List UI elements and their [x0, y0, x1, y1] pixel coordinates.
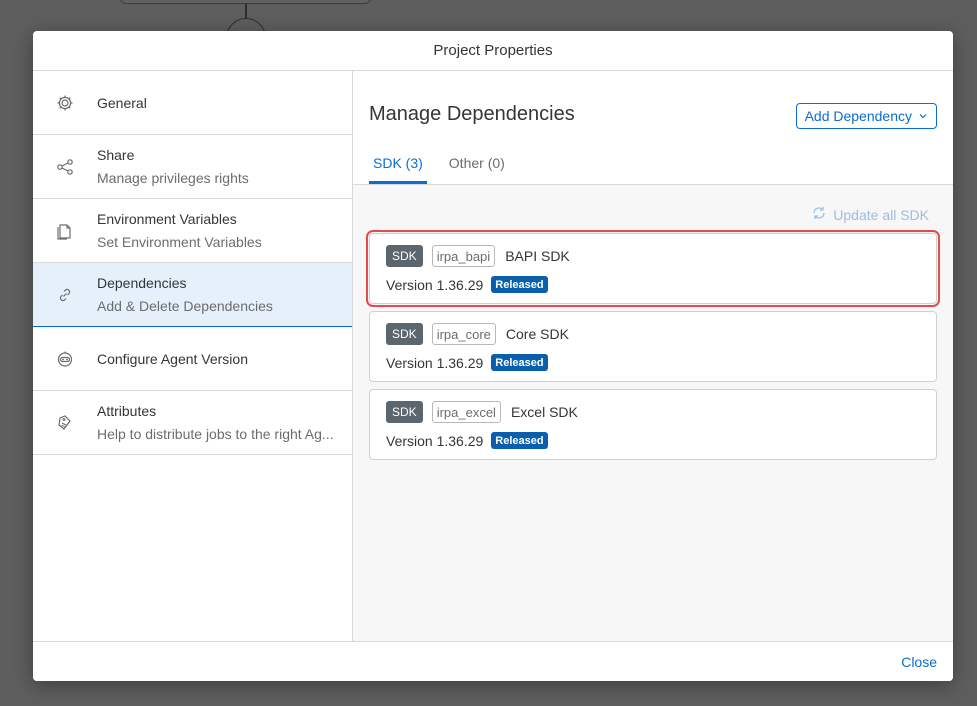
- sdk-id-badge: irpa_core: [431, 323, 496, 345]
- sdk-version: Version 1.36.29: [386, 354, 484, 371]
- robot-icon: [55, 349, 75, 369]
- status-badge: Released: [491, 432, 548, 449]
- chevron-down-icon: [918, 108, 928, 124]
- sdk-card-excel[interactable]: SDK irpa_excel Excel SDK Version 1.36.29…: [369, 389, 937, 460]
- sidebar-item-title: Share: [97, 147, 135, 163]
- tab-other[interactable]: Other (0): [445, 155, 509, 184]
- sdk-card-bapi[interactable]: SDK irpa_bapi BAPI SDK Version 1.36.29 R…: [366, 230, 940, 307]
- sidebar-item-title: Attributes: [97, 403, 157, 419]
- update-all-sdk-button[interactable]: Update all SDK: [811, 205, 929, 224]
- status-badge: Released: [491, 354, 548, 371]
- sdk-version: Version 1.36.29: [386, 432, 484, 449]
- add-dependency-button[interactable]: Add Dependency: [795, 103, 937, 129]
- sdk-type-badge: SDK: [386, 323, 423, 345]
- background-connector: [245, 4, 247, 18]
- tab-bar: SDK (3) Other (0): [369, 155, 509, 184]
- sidebar-item-title: General: [97, 94, 147, 111]
- gear-icon: [55, 93, 75, 113]
- sidebar-item-title: Configure Agent Version: [97, 350, 248, 367]
- sidebar-item-title: Environment Variables: [97, 211, 237, 227]
- project-properties-dialog: Project Properties General Share Manage …: [33, 31, 953, 681]
- sidebar-item-environment-variables[interactable]: Environment Variables Set Environment Va…: [33, 199, 352, 263]
- sidebar-item-title: Dependencies: [97, 275, 187, 291]
- status-badge: Released: [491, 276, 548, 293]
- tag-icon: [55, 413, 75, 433]
- sdk-name: BAPI SDK: [505, 248, 570, 264]
- sdk-card-core[interactable]: SDK irpa_core Core SDK Version 1.36.29 R…: [369, 311, 937, 382]
- sidebar-item-subtitle: Set Environment Variables: [97, 234, 262, 250]
- link-icon: [55, 285, 75, 305]
- sidebar-item-configure-agent-version[interactable]: Configure Agent Version: [33, 327, 352, 391]
- sidebar: General Share Manage privileges rights E…: [33, 71, 353, 641]
- sdk-type-badge: SDK: [386, 401, 423, 423]
- sidebar-item-general[interactable]: General: [33, 71, 352, 135]
- sdk-name: Core SDK: [505, 326, 569, 342]
- main-header: Manage Dependencies Add Dependency SDK (…: [353, 71, 953, 185]
- dialog-body: General Share Manage privileges rights E…: [33, 71, 953, 641]
- sdk-id-badge: irpa_bapi: [431, 245, 496, 267]
- sidebar-item-subtitle: Manage privileges rights: [97, 170, 249, 186]
- page-title: Manage Dependencies: [369, 103, 575, 125]
- sidebar-item-attributes[interactable]: Attributes Help to distribute jobs to th…: [33, 391, 352, 455]
- sdk-id-badge: irpa_excel: [431, 401, 501, 423]
- close-button[interactable]: Close: [901, 654, 937, 670]
- dialog-title: Project Properties: [433, 42, 553, 59]
- sidebar-item-dependencies[interactable]: Dependencies Add & Delete Dependencies: [33, 263, 352, 327]
- sdk-list: SDK irpa_bapi BAPI SDK Version 1.36.29 R…: [366, 230, 940, 467]
- main-panel: Manage Dependencies Add Dependency SDK (…: [353, 71, 953, 641]
- dialog-footer: Close: [33, 641, 953, 681]
- sdk-type-badge: SDK: [386, 245, 423, 267]
- documents-icon: [55, 221, 75, 241]
- sdk-version: Version 1.36.29: [386, 276, 484, 293]
- tab-sdk[interactable]: SDK (3): [369, 155, 427, 184]
- sidebar-item-share[interactable]: Share Manage privileges rights: [33, 135, 352, 199]
- refresh-icon: [811, 205, 827, 224]
- sdk-name: Excel SDK: [510, 404, 578, 420]
- sidebar-item-subtitle: Add & Delete Dependencies: [97, 298, 273, 314]
- sidebar-item-subtitle: Help to distribute jobs to the right Ag.…: [97, 426, 334, 442]
- share-icon: [55, 157, 75, 177]
- update-all-sdk-label: Update all SDK: [833, 206, 929, 223]
- dialog-header: Project Properties: [33, 31, 953, 71]
- add-dependency-label: Add Dependency: [804, 108, 912, 124]
